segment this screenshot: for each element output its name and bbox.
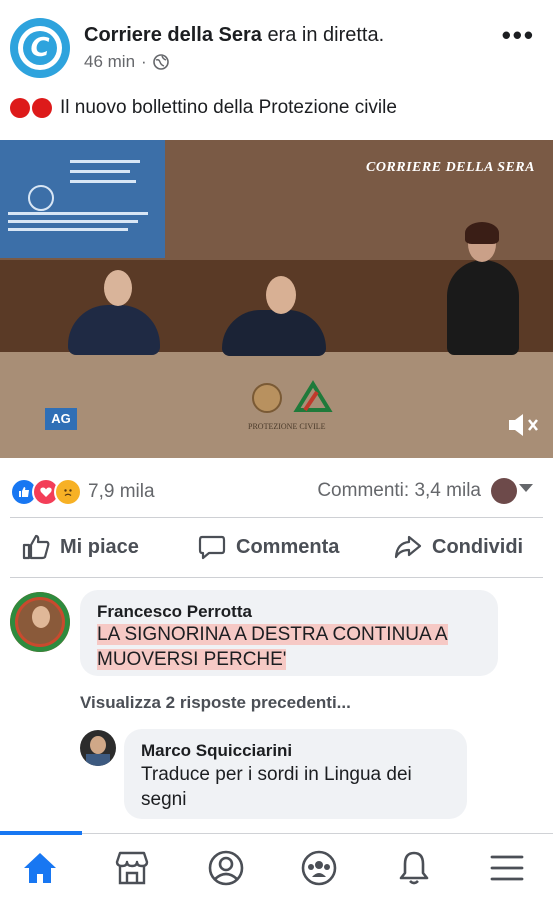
profile-icon[interactable] bbox=[206, 848, 246, 888]
notifications-icon[interactable] bbox=[394, 848, 434, 888]
video-watermark: CORRIERE DELLA SERA bbox=[365, 160, 535, 175]
red-circle-icon bbox=[10, 98, 52, 118]
emblem-caption: PROTEZIONE CIVILE bbox=[248, 422, 326, 431]
viewer-avatar[interactable] bbox=[491, 478, 517, 504]
channel-badge: AG bbox=[45, 408, 77, 430]
share-button[interactable]: Condividi bbox=[394, 534, 523, 560]
post-caption: Il nuovo bollettino della Protezione civ… bbox=[60, 97, 397, 118]
thumbs-up-icon bbox=[22, 534, 50, 560]
comment-text: Traduce per i sordi in Lingua dei segni bbox=[141, 764, 412, 810]
sad-icon bbox=[54, 478, 82, 506]
comment-label: Commenta bbox=[236, 535, 340, 558]
groups-icon[interactable] bbox=[299, 848, 339, 888]
comments-count[interactable]: Commenti: 3,4 mila bbox=[317, 480, 481, 502]
like-label: Mi piace bbox=[60, 535, 139, 558]
commenter-avatar[interactable] bbox=[80, 730, 116, 766]
share-arrow-icon bbox=[394, 535, 422, 559]
globe-icon bbox=[152, 54, 169, 70]
more-options-button[interactable]: ••• bbox=[502, 22, 535, 48]
like-button[interactable]: Mi piace bbox=[22, 534, 139, 560]
comment-author[interactable]: Francesco Perrotta bbox=[97, 602, 252, 622]
chevron-down-icon[interactable] bbox=[519, 484, 533, 492]
corriere-logo-icon: C bbox=[23, 31, 57, 65]
post-header: Corriere della Sera era in diretta. bbox=[84, 24, 384, 47]
comment-bubble[interactable]: Francesco Perrotta LA SIGNORINA A DESTRA… bbox=[80, 590, 498, 676]
comment-button[interactable]: Commenta bbox=[198, 534, 339, 560]
bottom-navigation bbox=[0, 833, 553, 901]
marketplace-icon[interactable] bbox=[112, 848, 152, 888]
home-icon[interactable] bbox=[20, 848, 60, 888]
presentation-screen bbox=[0, 140, 165, 258]
reaction-summary[interactable]: 7,9 mila bbox=[10, 478, 155, 506]
active-tab-indicator bbox=[0, 831, 82, 835]
menu-icon[interactable] bbox=[487, 848, 527, 888]
page-name[interactable]: Corriere della Sera bbox=[84, 24, 262, 46]
comment-bubble[interactable]: Marco Squicciarini Traduce per i sordi i… bbox=[124, 729, 467, 819]
divider bbox=[10, 517, 543, 518]
post-time[interactable]: 46 min bbox=[84, 52, 135, 72]
comment-bubble-icon bbox=[198, 535, 226, 560]
post-meta: 46 min · bbox=[84, 52, 169, 72]
live-video[interactable]: CORRIERE DELLA SERA AG PROTEZIONE CIVILE bbox=[0, 140, 553, 458]
comment-author[interactable]: Marco Squicciarini bbox=[141, 741, 292, 761]
post-text: Il nuovo bollettino della Protezione civ… bbox=[10, 97, 397, 119]
reaction-count: 7,9 mila bbox=[88, 481, 155, 502]
commenter-avatar[interactable] bbox=[10, 592, 70, 652]
share-label: Condividi bbox=[432, 535, 524, 558]
page-action: era in diretta. bbox=[267, 24, 385, 46]
sign-language-interpreter bbox=[447, 260, 519, 355]
speaker-center bbox=[222, 310, 326, 356]
page-avatar[interactable]: C bbox=[10, 18, 70, 78]
view-previous-replies-link[interactable]: Visualizza 2 risposte precedenti... bbox=[80, 693, 351, 713]
speaker-muted-icon[interactable] bbox=[507, 412, 541, 438]
divider bbox=[10, 577, 543, 578]
comment-text: LA SIGNORINA A DESTRA CONTINUA A MUOVERS… bbox=[97, 624, 448, 670]
